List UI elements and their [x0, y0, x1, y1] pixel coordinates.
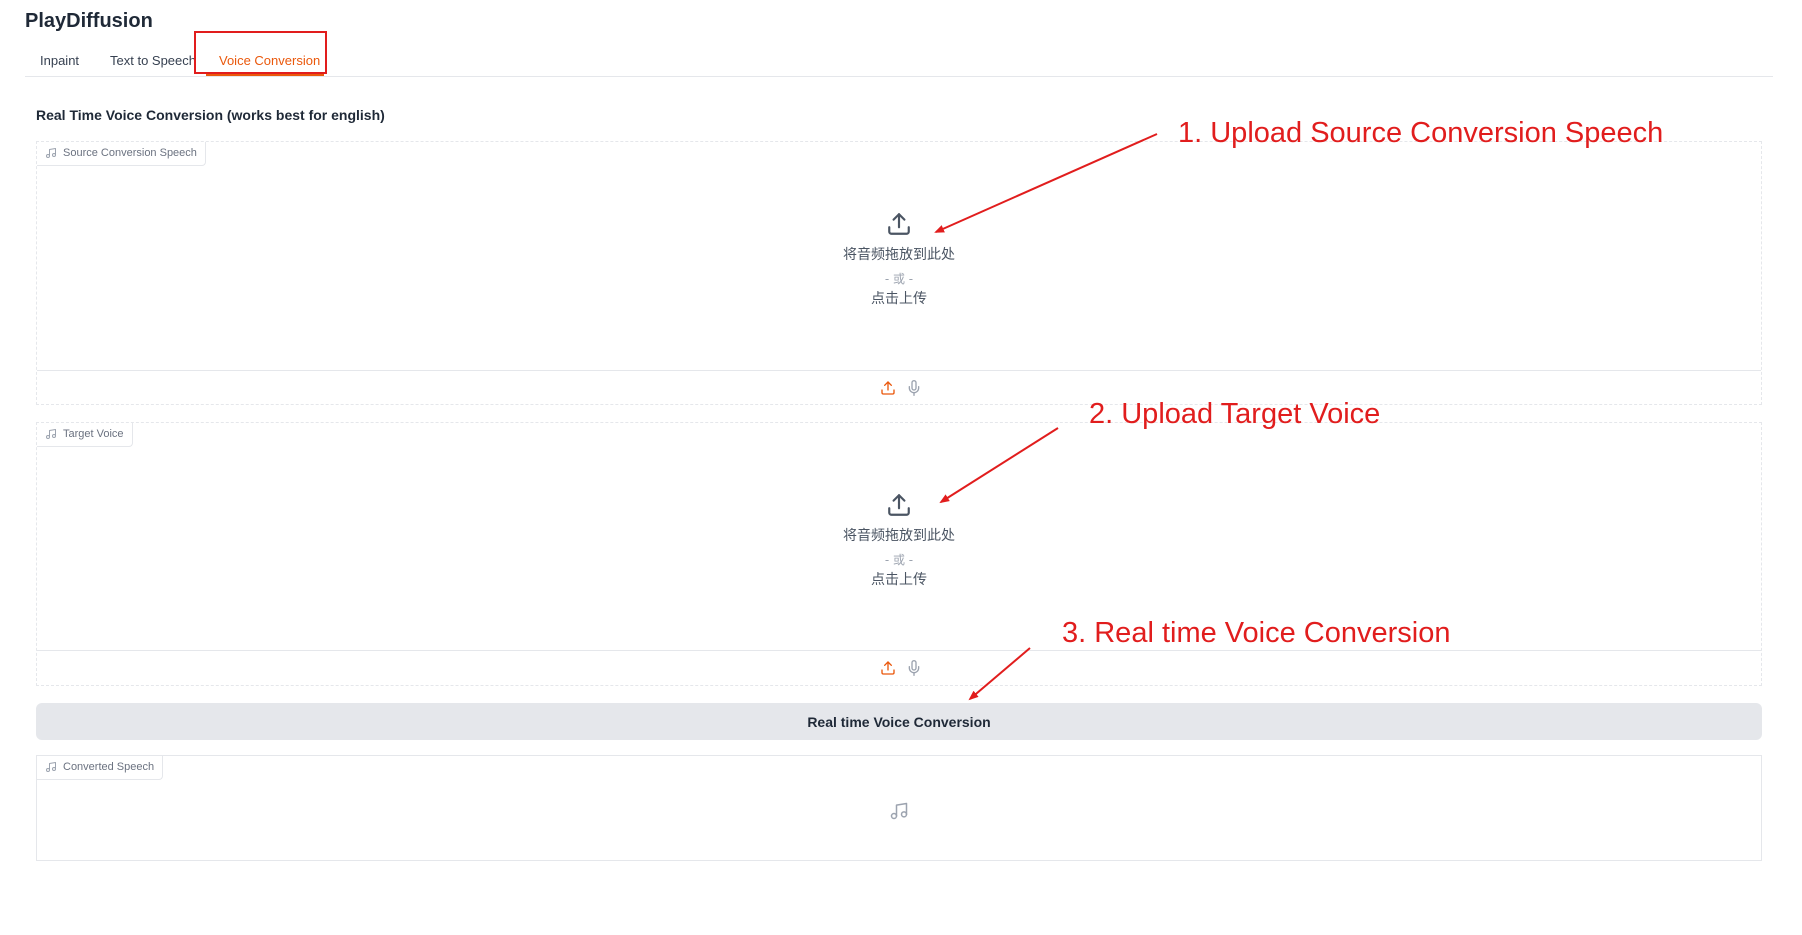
target-panel-label-text: Target Voice — [63, 428, 124, 440]
annotation-step-2: 2. Upload Target Voice — [1089, 398, 1381, 430]
source-dropzone[interactable]: 将音频拖放到此处 - 或 - 点击上传 — [37, 142, 1761, 370]
target-panel-toolbar — [37, 650, 1761, 687]
tab-highlight-annotation-box — [194, 31, 327, 74]
upload-icon[interactable] — [880, 380, 896, 396]
tab-inpaint[interactable]: Inpaint — [40, 53, 79, 68]
target-drop-text: 将音频拖放到此处 — [843, 528, 955, 544]
source-panel-toolbar — [37, 370, 1761, 407]
target-click-upload-text: 点击上传 — [871, 572, 927, 588]
microphone-icon[interactable] — [906, 660, 922, 676]
output-panel-label: Converted Speech — [37, 756, 164, 780]
output-panel-label-text: Converted Speech — [63, 761, 155, 773]
tab-text-to-speech[interactable]: Text to Speech — [110, 53, 196, 68]
music-note-icon — [46, 762, 56, 772]
microphone-icon[interactable] — [906, 380, 922, 396]
section-heading: Real Time Voice Conversion (works best f… — [36, 107, 385, 123]
active-tab-indicator — [206, 74, 324, 76]
target-or-text: - 或 - — [884, 553, 914, 567]
real-time-voice-conversion-button[interactable]: Real time Voice Conversion — [36, 703, 1762, 740]
annotation-step-1: 1. Upload Source Conversion Speech — [1178, 117, 1664, 149]
source-panel-label-text: Source Conversion Speech — [63, 147, 197, 159]
upload-icon[interactable] — [880, 660, 896, 676]
target-dropzone[interactable]: 将音频拖放到此处 - 或 - 点击上传 — [37, 423, 1761, 650]
source-or-text: - 或 - — [884, 272, 914, 286]
source-drop-text: 将音频拖放到此处 — [843, 247, 955, 263]
source-panel-label: Source Conversion Speech — [37, 142, 206, 166]
source-click-upload-text: 点击上传 — [871, 291, 927, 307]
upload-icon — [888, 494, 910, 516]
target-panel-label: Target Voice — [37, 423, 133, 447]
music-note-icon — [890, 802, 908, 820]
music-note-icon — [46, 148, 56, 158]
annotation-step-3: 3. Real time Voice Conversion — [1062, 617, 1451, 649]
source-audio-panel: Source Conversion Speech 将音频拖放到此处 - 或 - … — [36, 141, 1762, 405]
music-note-icon — [46, 429, 56, 439]
converted-speech-panel: Converted Speech — [36, 755, 1762, 861]
target-audio-panel: Target Voice 将音频拖放到此处 - 或 - 点击上传 — [36, 422, 1762, 686]
upload-icon — [888, 213, 910, 235]
app-title: PlayDiffusion — [25, 10, 153, 32]
